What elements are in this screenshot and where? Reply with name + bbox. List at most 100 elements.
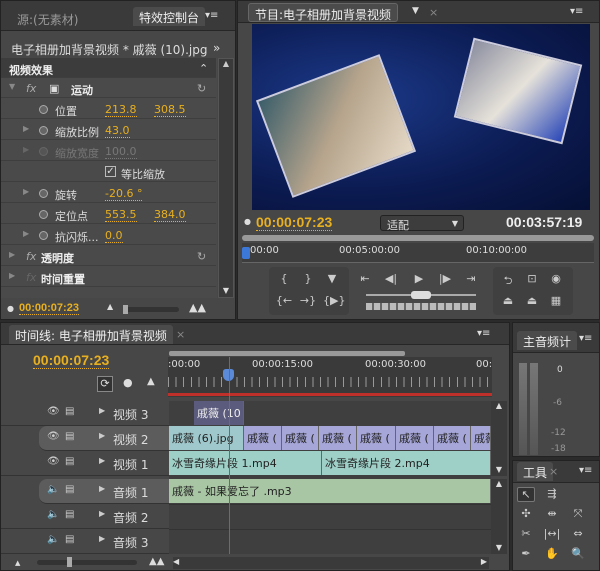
lock-icon[interactable]: ▤	[65, 534, 74, 545]
tab-effect-controls[interactable]: 特效控制台	[133, 7, 206, 26]
audio-scrollbar[interactable]: ▲ ▼	[491, 479, 507, 554]
anchor-y-value[interactable]: 384.0	[154, 208, 186, 222]
expand-triangle-icon[interactable]: ▶	[99, 534, 105, 543]
rate-stretch-tool-icon[interactable]: ⤧	[569, 507, 587, 521]
track-header-audio-2[interactable]: 🔈 ▤ ▶ 音频 2	[1, 504, 169, 529]
mark-in-button[interactable]: {	[275, 272, 293, 285]
fit-dropdown[interactable]: 适配 ▼	[380, 215, 464, 232]
expand-triangle-icon[interactable]: ▶	[23, 124, 29, 133]
jog-wheel[interactable]	[366, 303, 476, 310]
go-to-next-edit-button[interactable]: ⇥	[462, 272, 480, 285]
speaker-icon[interactable]: 🔈	[47, 534, 59, 545]
zoom-in-icon[interactable]: ▲▲	[189, 301, 206, 314]
timeline-ruler[interactable]: :00:00 00:00:15:00 00:00:30:00 00:	[168, 357, 492, 397]
track-header-audio-1[interactable]: 🔈 ▤ ▶ 音频 1	[39, 479, 169, 504]
stopwatch-icon[interactable]	[39, 210, 48, 219]
go-to-prev-edit-button[interactable]: ⇤	[356, 272, 374, 285]
expand-triangle-icon[interactable]: ▼	[9, 82, 15, 91]
zoom-tool-icon[interactable]: 🔍	[569, 547, 587, 560]
expand-triangle-icon[interactable]: ▶	[99, 484, 105, 493]
lock-icon[interactable]: ▤	[65, 456, 74, 467]
track-header-video-1[interactable]: 👁 ▤ ▶ 视频 1	[1, 451, 169, 476]
horizontal-scrollbar[interactable]: ◀ ▶	[173, 557, 489, 569]
track-header-video-3[interactable]: 👁 ▤ ▶ 视频 3	[1, 401, 169, 426]
clip-v2[interactable]: 戚薇 (	[244, 426, 282, 450]
program-ruler[interactable]: 00:00 00:05:00:00 00:10:00:00	[242, 243, 594, 263]
zoom-out-icon[interactable]: ▲	[107, 302, 113, 311]
go-to-out-button[interactable]: →}	[299, 294, 317, 307]
set-marker-button[interactable]: ▼	[323, 272, 341, 285]
clip-a1[interactable]: 戚薇 - 如果爱忘了 .mp3	[169, 479, 491, 503]
panel-menu-icon[interactable]: ▾≡	[579, 333, 592, 344]
speaker-icon[interactable]: 🔈	[47, 509, 59, 520]
output-button[interactable]: ◉	[547, 272, 565, 285]
encore-marker-icon[interactable]: ▲	[147, 376, 155, 387]
position-x-value[interactable]: 213.8	[105, 103, 137, 117]
play-button[interactable]: ▶	[410, 272, 428, 285]
reset-icon[interactable]: ↻	[197, 82, 206, 95]
playhead-line[interactable]	[229, 357, 230, 554]
clip-v2[interactable]: 戚薇 (	[434, 426, 471, 450]
clip-v3[interactable]: 戚薇 (10	[194, 401, 244, 425]
loop-button[interactable]: ⮌	[499, 272, 517, 291]
snap-icon[interactable]: ⟳	[97, 376, 113, 392]
clip-v1[interactable]: 冰雪奇缘片段 2.mp4	[322, 451, 491, 475]
trim-button[interactable]: ▦	[547, 294, 565, 307]
position-y-value[interactable]: 308.5	[154, 103, 186, 117]
close-icon[interactable]: ×	[549, 465, 558, 478]
work-area-bar[interactable]	[169, 351, 405, 356]
antiflicker-value[interactable]: 0.0	[105, 229, 123, 243]
expand-triangle-icon[interactable]: ▶	[99, 431, 105, 440]
zoom-slider[interactable]	[123, 305, 179, 314]
clip-v2[interactable]: 戚薇	[471, 426, 491, 450]
expand-triangle-icon[interactable]: ▶	[99, 509, 105, 518]
ec-timecode[interactable]: 00:00:07:23	[19, 302, 79, 315]
safe-margins-button[interactable]: ⊡	[523, 272, 541, 285]
selection-tool-icon[interactable]: ↖	[517, 487, 535, 502]
close-icon[interactable]: ×	[429, 6, 438, 19]
playhead-handle[interactable]	[242, 247, 250, 259]
eye-icon[interactable]: 👁	[47, 456, 60, 467]
track-header-video-2[interactable]: 👁 ▤ ▶ 视频 2	[39, 426, 169, 451]
lock-icon[interactable]: ▤	[65, 509, 74, 520]
lock-icon[interactable]: ▤	[65, 431, 74, 442]
set-marker-icon[interactable]: ●	[123, 376, 133, 389]
slide-tool-icon[interactable]: ⇔	[569, 527, 587, 540]
tab-tools[interactable]: 工具	[517, 462, 554, 481]
ripple-edit-tool-icon[interactable]: ✣	[517, 507, 535, 520]
lift-button[interactable]: ⏏	[499, 294, 517, 307]
expand-triangle-icon[interactable]: ▶	[23, 187, 29, 196]
panel-menu-icon[interactable]: ▾≡	[579, 465, 592, 476]
track-header-audio-3[interactable]: 🔈 ▤ ▶ 音频 3	[1, 529, 169, 554]
lock-icon[interactable]: ▤	[65, 484, 74, 495]
effects-scrollbar[interactable]: ▲ ▼	[218, 58, 234, 298]
panel-menu-icon[interactable]: ▾≡	[477, 328, 490, 339]
eye-icon[interactable]: 👁	[47, 431, 60, 442]
go-to-in-button[interactable]: {←	[275, 294, 293, 307]
rotation-value[interactable]: -20.6 °	[105, 187, 143, 201]
tab-timeline[interactable]: 时间线: 电子相册加背景视频	[9, 325, 173, 344]
reset-icon[interactable]: ↻	[197, 250, 206, 263]
clip-v2[interactable]: 戚薇 (	[357, 426, 396, 450]
timeline-timecode[interactable]: 00:00:07:23	[33, 352, 110, 369]
expand-triangle-icon[interactable]: ▶	[99, 456, 105, 465]
stopwatch-icon[interactable]	[39, 231, 48, 240]
speaker-icon[interactable]: 🔈	[47, 484, 59, 495]
zoom-in-icon[interactable]: ▲▲	[149, 556, 164, 567]
slip-tool-icon[interactable]: |↔|	[543, 527, 561, 540]
anchor-x-value[interactable]: 553.5	[105, 208, 137, 222]
mark-out-button[interactable]: }	[299, 272, 317, 285]
clip-v1[interactable]: 冰雪奇缘片段 1.mp4	[169, 451, 322, 475]
effect-time-remap[interactable]: ▶ fx 时间重置	[1, 267, 216, 287]
pen-tool-icon[interactable]: ✒	[517, 547, 535, 560]
extract-button[interactable]: ⏏	[523, 294, 541, 307]
tab-program[interactable]: 节目:电子相册加背景视频	[248, 3, 399, 22]
step-forward-button[interactable]: |▶	[436, 272, 454, 285]
effect-motion[interactable]: ▼ fx ▣ 运动 ↻	[1, 78, 216, 98]
timeline-zoom-slider[interactable]	[37, 557, 137, 567]
expand-icon[interactable]: »	[213, 41, 220, 55]
effect-opacity[interactable]: ▶ fx 透明度 ↻	[1, 246, 216, 266]
clip-v2[interactable]: 戚薇 (	[282, 426, 319, 450]
program-zoom-bar[interactable]	[242, 235, 594, 241]
scale-value[interactable]: 43.0	[105, 124, 130, 138]
